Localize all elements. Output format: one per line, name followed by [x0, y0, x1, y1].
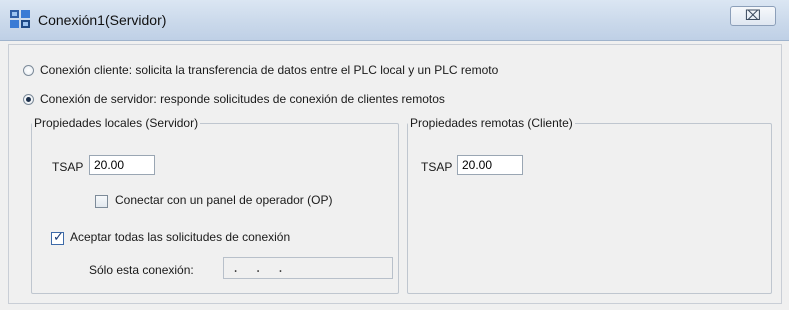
accept-all-checkbox[interactable]	[51, 230, 64, 245]
close-button[interactable]: ⌧	[730, 6, 776, 26]
remote-properties-legend: Propiedades remotas (Cliente)	[410, 116, 573, 130]
local-tsap-label: TSAP	[52, 160, 84, 174]
local-tsap-input[interactable]	[89, 155, 155, 175]
accept-all-label: Aceptar todas las solicitudes de conexió…	[70, 230, 291, 244]
server-connection-radio[interactable]	[23, 93, 34, 105]
server-connection-label: Conexión de servidor: responde solicitud…	[40, 92, 445, 106]
remote-tsap-input[interactable]	[457, 155, 523, 175]
only-this-connection-label: Sólo esta conexión:	[89, 263, 194, 277]
remote-properties-group: Propiedades remotas (Cliente)	[407, 116, 772, 294]
only-this-connection-ip-field[interactable]: . . .	[223, 257, 393, 279]
client-connection-radio[interactable]	[23, 64, 34, 76]
op-panel-checkbox[interactable]	[95, 195, 108, 208]
window-title: Conexión1(Servidor)	[38, 12, 167, 28]
close-icon: ⌧	[744, 8, 762, 24]
client-connection-option[interactable]: Conexión cliente: solicita la transferen…	[23, 60, 498, 80]
client-connection-label: Conexión cliente: solicita la transferen…	[40, 63, 499, 77]
dialog-content: Conexión cliente: solicita la transferen…	[8, 44, 782, 304]
server-connection-option[interactable]: Conexión de servidor: responde solicitud…	[23, 89, 445, 109]
network-connection-icon	[10, 10, 30, 28]
remote-tsap-label: TSAP	[421, 160, 453, 174]
op-panel-label: Conectar con un panel de operador (OP)	[115, 193, 333, 207]
local-properties-legend: Propiedades locales (Servidor)	[34, 116, 199, 130]
title-bar: Conexión1(Servidor) ⌧	[0, 0, 789, 41]
